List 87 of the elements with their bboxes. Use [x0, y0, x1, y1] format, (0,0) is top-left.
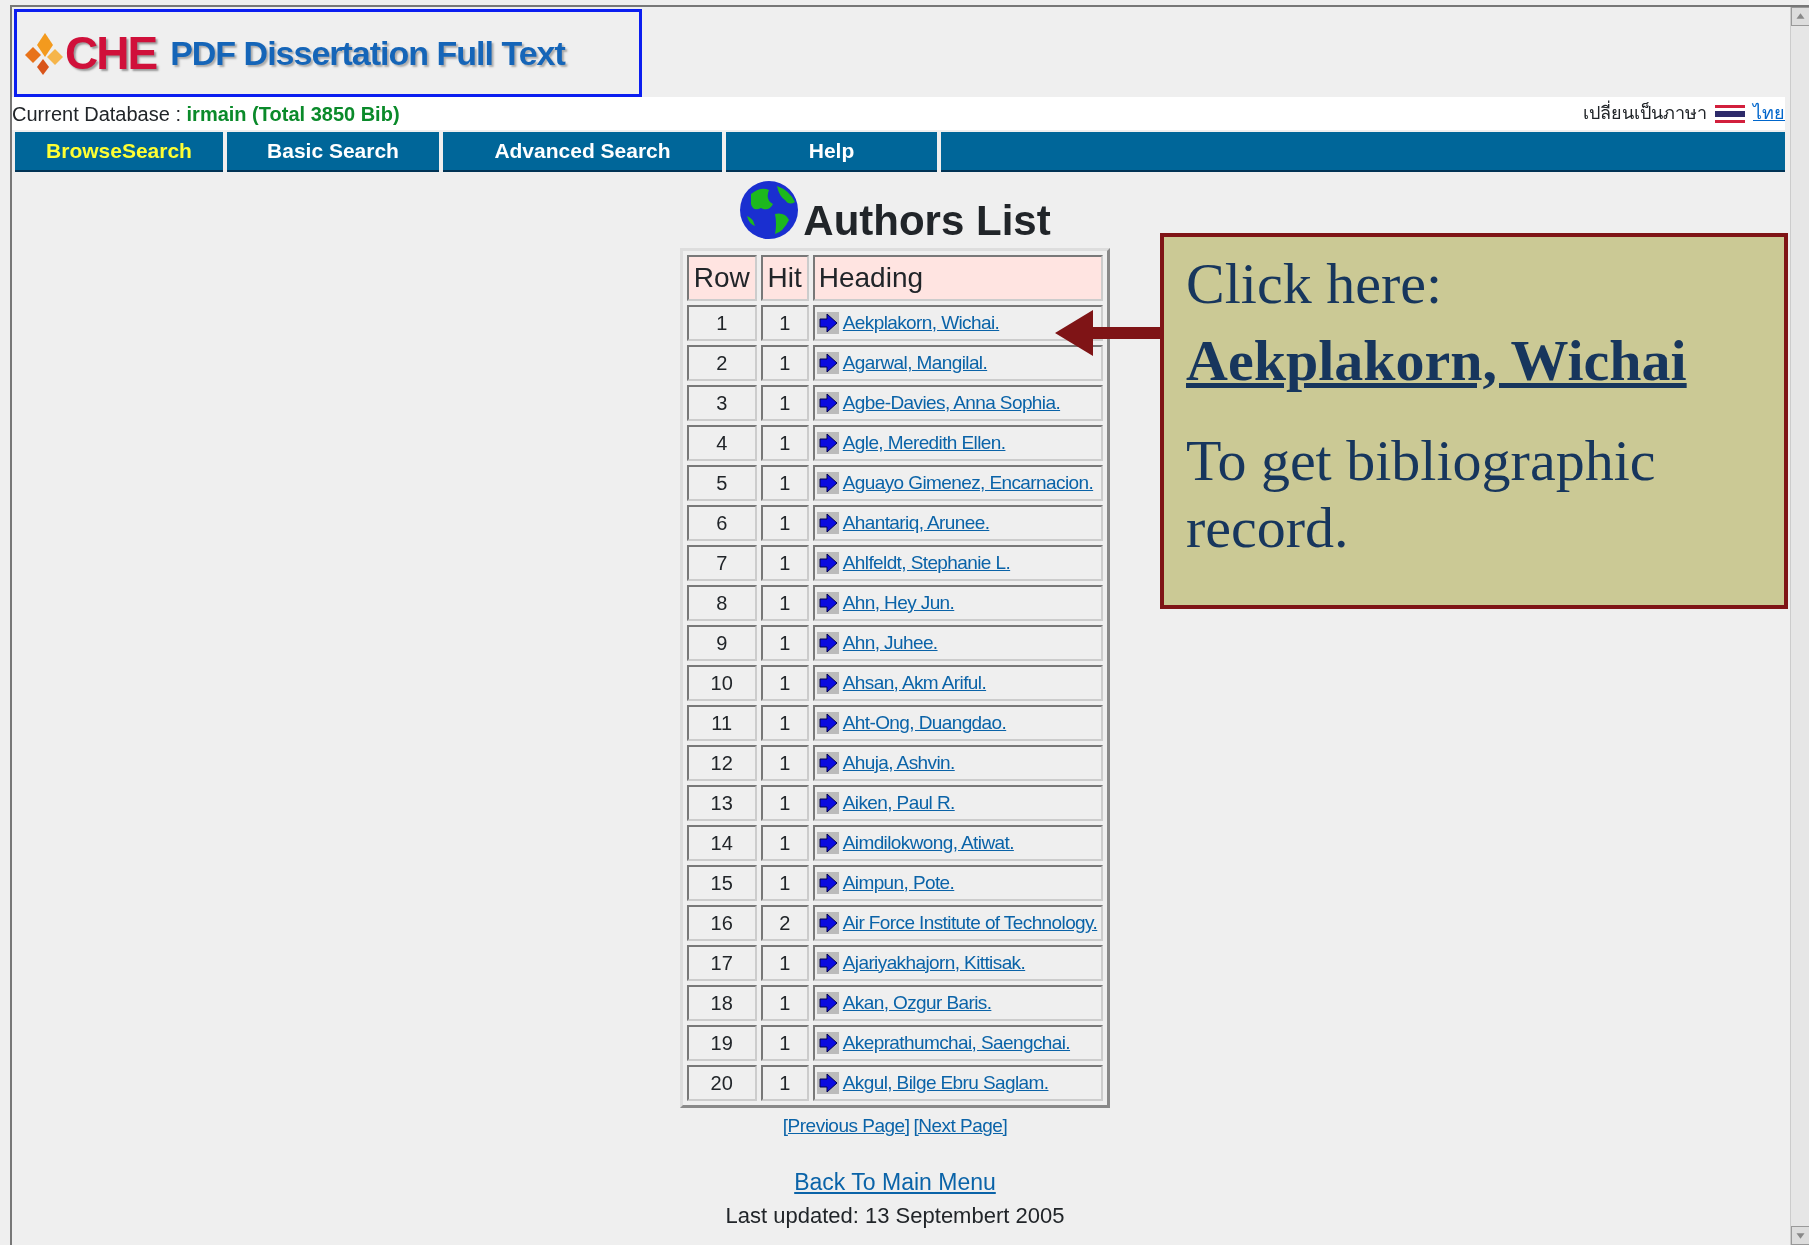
row-number-cell: 20	[686, 1065, 757, 1101]
row-number-cell: 11	[686, 705, 757, 741]
column-header: Row	[686, 255, 757, 301]
page-title: Authors List	[803, 200, 1051, 242]
hit-count-cell: 1	[760, 745, 809, 781]
hit-count-cell: 1	[760, 545, 809, 581]
hit-count-cell: 1	[760, 425, 809, 461]
scroll-down-icon[interactable]	[1791, 1226, 1809, 1245]
language-label: เปลี่ยนเป็นภาษา	[1583, 100, 1707, 127]
row-number-cell: 2	[686, 345, 757, 381]
arrow-icon	[816, 672, 839, 694]
row-number-cell: 17	[686, 945, 757, 981]
row-number-cell: 12	[686, 745, 757, 781]
arrow-icon	[816, 592, 839, 614]
row-number-cell: 14	[686, 825, 757, 861]
arrow-icon	[816, 432, 839, 454]
hit-count-cell: 1	[760, 865, 809, 901]
hit-count-cell: 1	[760, 625, 809, 661]
arrow-icon	[816, 952, 839, 974]
scrollbar[interactable]	[1790, 7, 1809, 1245]
row-number-cell: 19	[686, 1025, 757, 1061]
row-number-cell: 13	[686, 785, 757, 821]
column-header: Hit	[760, 255, 809, 301]
arrow-icon	[816, 632, 839, 654]
arrow-icon	[816, 992, 839, 1014]
back-to-main-menu-link[interactable]: Back To Main Menu	[794, 1164, 996, 1199]
language-link[interactable]: ไทย	[1753, 100, 1785, 127]
row-number-cell: 9	[686, 625, 757, 661]
hit-count-cell: 1	[760, 785, 809, 821]
arrow-icon	[816, 472, 839, 494]
hit-count-cell: 1	[760, 1025, 809, 1061]
hit-count-cell: 1	[760, 825, 809, 861]
row-number-cell: 1	[686, 305, 757, 341]
arrow-icon	[816, 912, 839, 934]
hit-count-cell: 1	[760, 305, 809, 341]
arrow-icon	[816, 712, 839, 734]
row-number-cell: 16	[686, 905, 757, 941]
callout-intro: Click here:	[1186, 251, 1444, 318]
row-number-cell: 3	[686, 385, 757, 421]
arrow-icon	[816, 1072, 839, 1094]
row-number-cell: 5	[686, 465, 757, 501]
arrow-icon	[816, 792, 839, 814]
row-number-cell: 18	[686, 985, 757, 1021]
arrow-icon	[816, 1032, 839, 1054]
logo-mark: CHE	[65, 30, 157, 76]
arrow-icon	[816, 312, 839, 334]
callout-note: To get bibliographic record.	[1186, 428, 1657, 562]
hit-count-cell: 1	[760, 945, 809, 981]
arrow-icon	[816, 552, 839, 574]
scroll-up-icon[interactable]	[1791, 7, 1809, 26]
globe-icon	[739, 178, 800, 242]
arrow-icon	[816, 752, 839, 774]
database-value: irmain (Total 3850 Bib)	[186, 102, 400, 125]
row-number-cell: 4	[686, 425, 757, 461]
hit-count-cell: 1	[760, 385, 809, 421]
row-number-cell: 8	[686, 585, 757, 621]
hit-count-cell: 2	[760, 905, 809, 941]
hit-count-cell: 1	[760, 985, 809, 1021]
logo-title: PDF Dissertation Full Text	[170, 36, 565, 70]
nav-tab[interactable]: Advanced Search	[443, 132, 722, 172]
row-number-cell: 7	[686, 545, 757, 581]
arrow-icon	[816, 832, 839, 854]
pager-link[interactable]: [Next Page]	[913, 1112, 1008, 1141]
callout-link-text: Aekplakorn, Wichai	[1186, 327, 1688, 395]
pager-link[interactable]: [Previous Page]	[782, 1112, 910, 1141]
hit-count-cell: 1	[760, 705, 809, 741]
arrow-icon	[816, 352, 839, 374]
nav-tab[interactable]: Help	[726, 132, 937, 172]
column-header: Heading	[812, 255, 1104, 301]
nav-tab[interactable]: BrowseSearch	[15, 132, 223, 172]
arrow-icon	[816, 392, 839, 414]
nav-tab[interactable]: Basic Search	[227, 132, 439, 172]
row-number-cell: 6	[686, 505, 757, 541]
arrow-icon	[816, 512, 839, 534]
hit-count-cell: 1	[760, 345, 809, 381]
last-updated-text: Last updated: 13 Septembert 2005	[725, 1202, 1065, 1230]
hit-count-cell: 1	[760, 665, 809, 701]
hit-count-cell: 1	[760, 585, 809, 621]
hit-count-cell: 1	[760, 465, 809, 501]
arrow-icon	[816, 872, 839, 894]
row-number-cell: 15	[686, 865, 757, 901]
database-label: Current Database :	[12, 102, 181, 125]
diamond-icon	[25, 31, 65, 75]
flag-icon	[1715, 104, 1745, 123]
row-number-cell: 10	[686, 665, 757, 701]
hit-count-cell: 1	[760, 1065, 809, 1101]
hit-count-cell: 1	[760, 505, 809, 541]
